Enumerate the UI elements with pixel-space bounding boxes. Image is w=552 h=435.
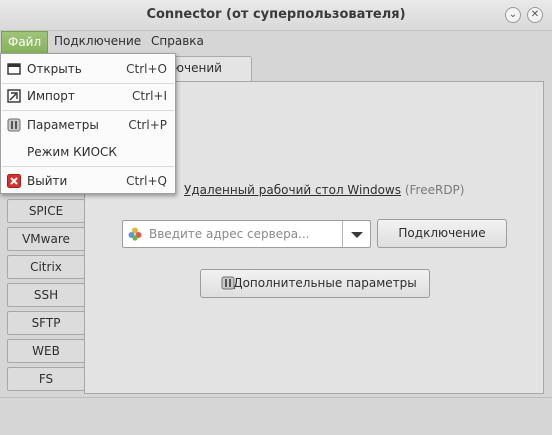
menu-item-open-accel: Ctrl+O [126,62,167,76]
menu-item-import[interactable]: Импорт Ctrl+I [1,83,175,109]
protocol-name: Удаленный рабочий стол Windows [184,183,401,197]
file-menu-dropdown: Открыть Ctrl+O Импорт Ctrl+I Параметры C… [0,53,176,194]
menu-item-settings[interactable]: Параметры Ctrl+P [1,112,175,138]
advanced-settings-label: Дополнительные параметры [233,276,417,290]
menu-separator [2,110,174,111]
protocol-title: Удаленный рабочий стол Windows (FreeRDP) [184,183,464,197]
menu-item-quit-accel: Ctrl+Q [126,174,167,188]
connect-button[interactable]: Подключение [377,219,507,248]
menu-item-quit-label: Выйти [27,174,68,188]
protocol-tab-ssh[interactable]: SSH [7,283,85,307]
chevron-down-icon[interactable] [351,232,363,238]
menu-file[interactable]: Файл [1,31,49,53]
window-title: Connector (от суперпользователя) [146,7,406,22]
protocol-tab-fs[interactable]: FS [7,367,85,391]
menu-item-import-accel: Ctrl+I [132,89,167,103]
menu-item-settings-label: Параметры [27,118,99,132]
menu-item-settings-accel: Ctrl+P [128,118,167,132]
menu-item-kiosk[interactable]: Режим КИОСК [1,139,175,165]
server-address-combo[interactable] [122,220,371,248]
protocol-tab-citrix[interactable]: Citrix [7,255,85,279]
quit-icon [7,174,21,188]
advanced-settings-button[interactable]: Дополнительные параметры [200,269,430,298]
open-icon [7,63,21,75]
protocol-tab-vmware[interactable]: VMware [7,227,85,251]
minimize-icon[interactable]: ⌄ [505,7,521,23]
menu-item-quit[interactable]: Выйти Ctrl+Q [1,168,175,194]
server-icon [128,227,142,241]
import-icon [7,89,21,103]
close-icon[interactable]: ✕ [527,7,543,23]
menu-bar: Файл Подключение Справка [0,31,552,53]
protocol-subtitle: (FreeRDP) [404,183,465,197]
settings-icon [7,118,21,132]
server-address-input[interactable] [149,225,329,243]
settings-icon [221,276,235,290]
menu-item-kiosk-label: Режим КИОСК [27,145,117,159]
menu-item-open[interactable]: Открыть Ctrl+O [1,56,175,82]
protocol-tab-sftp[interactable]: SFTP [7,311,85,335]
menu-help[interactable]: Справка [145,31,210,53]
protocol-tab-web[interactable]: WEB [7,339,85,363]
combo-divider [342,221,343,247]
status-bar [0,397,552,435]
menu-item-import-label: Импорт [27,89,75,103]
menu-item-open-label: Открыть [27,62,82,76]
menu-separator [2,166,174,167]
title-bar: Connector (от суперпользователя) ⌄ ✕ [0,0,552,31]
protocol-tab-spice[interactable]: SPICE [7,199,85,223]
menu-connection[interactable]: Подключение [48,31,147,53]
